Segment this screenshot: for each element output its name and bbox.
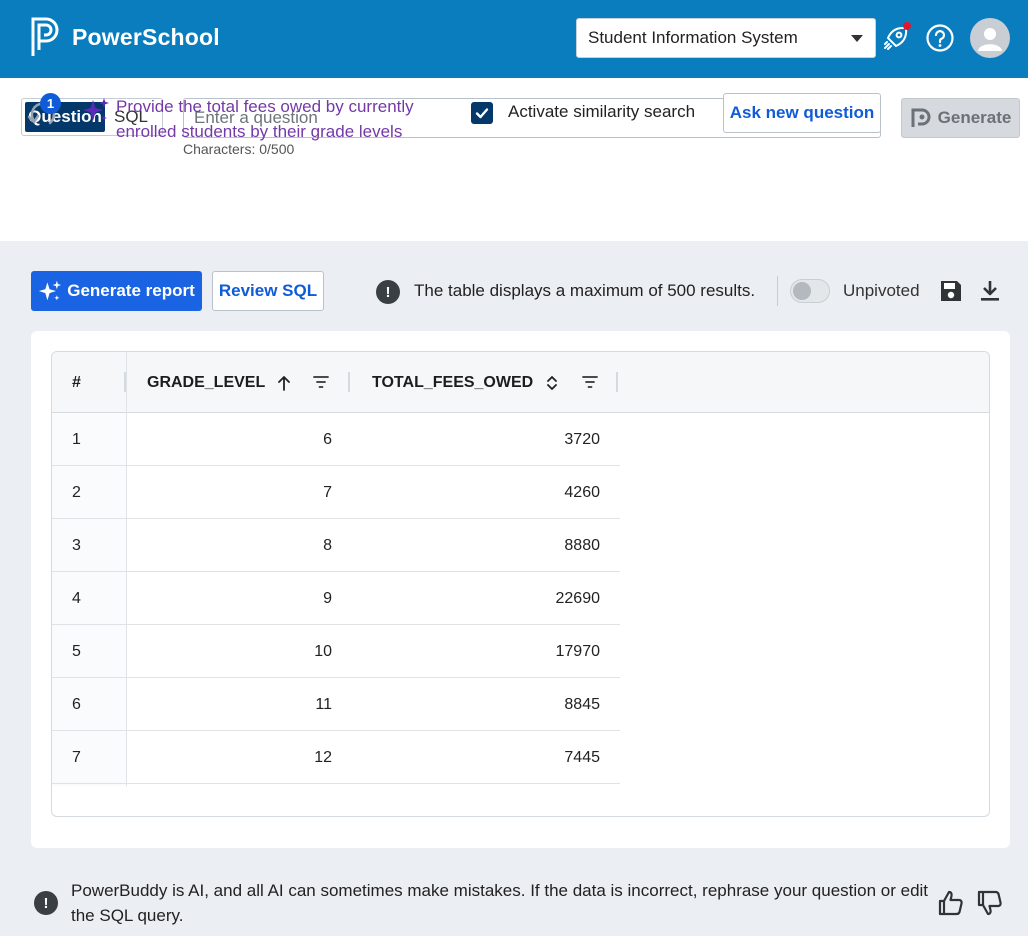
grade-level-cell: 6 [323, 430, 332, 448]
generate-label: Generate [937, 108, 1012, 127]
column-label: GRADE_LEVEL [147, 373, 266, 391]
app-selector-dropdown[interactable]: Student Information System [576, 18, 876, 58]
similarity-search-checkbox[interactable] [471, 102, 493, 124]
table-row[interactable]: 3 8 8880 [52, 519, 620, 572]
total-fees-cell: 22690 [555, 589, 601, 607]
ai-sparkle-icon [83, 98, 109, 121]
column-label: TOTAL_FEES_OWED [372, 373, 534, 391]
unpivoted-label: Unpivoted [843, 281, 920, 300]
column-header-total-fees-owed[interactable]: TOTAL_FEES_OWED [372, 352, 559, 413]
generate-report-label: Generate report [67, 281, 195, 300]
total-fees-cell: 17970 [555, 642, 601, 660]
ai-disclaimer: PowerBuddy is AI, and all AI can sometim… [71, 881, 929, 925]
column-resizer[interactable] [616, 372, 618, 392]
unpivoted-toggle[interactable] [790, 279, 830, 303]
row-index: 2 [72, 483, 81, 501]
app-header: PowerSchool Student Information System [0, 0, 1028, 78]
table-row[interactable]: 6 11 8845 [52, 678, 620, 731]
toolbar-divider [777, 276, 778, 306]
caret-down-icon [851, 34, 863, 42]
table-row[interactable]: 5 10 17970 [52, 625, 620, 678]
sort-ascending-icon[interactable] [277, 375, 291, 391]
notification-dot [903, 22, 911, 30]
column-header-index: # [72, 373, 81, 391]
grade-level-cell: 9 [323, 589, 332, 607]
whats-new-button[interactable] [878, 20, 914, 56]
table-row[interactable]: 4 9 22690 [52, 572, 620, 625]
info-icon: ! [34, 891, 58, 915]
query-panel: Question SQL Characters: 0/500 Generate … [0, 78, 1028, 241]
grade-level-cell: 11 [315, 695, 332, 713]
column-divider [126, 352, 127, 786]
table-header: # GRADE_LEVEL TOTAL_FEES_OWED [52, 352, 989, 413]
grade-level-cell: 10 [314, 642, 332, 660]
checkmark-icon [475, 108, 489, 119]
filter-icon[interactable] [582, 375, 598, 389]
row-index: 7 [72, 748, 81, 766]
table-row[interactable]: 7 12 7445 [52, 731, 620, 784]
save-icon[interactable] [939, 279, 963, 303]
ai-sparkle-icon [39, 280, 62, 301]
thumbs-up-icon[interactable] [937, 889, 965, 917]
filter-icon[interactable] [313, 375, 329, 389]
thumbs-down-icon[interactable] [976, 889, 1004, 917]
results-table: # GRADE_LEVEL TOTAL_FEES_OWED 1 6 3720 2… [51, 351, 990, 817]
total-fees-cell: 4260 [564, 483, 600, 501]
table-row[interactable]: 1 6 3720 [52, 413, 620, 466]
total-fees-cell: 7445 [564, 748, 600, 766]
row-index: 1 [72, 430, 81, 448]
column-resizer[interactable] [348, 372, 350, 392]
row-index: 6 [72, 695, 81, 713]
previous-question-link[interactable]: Provide the total fees owed by currently… [116, 94, 446, 144]
generate-button[interactable]: Generate [901, 98, 1020, 138]
history-count-badge: 1 [40, 93, 61, 114]
brand-name: PowerSchool [72, 23, 220, 50]
help-button[interactable] [922, 20, 958, 56]
row-index: 4 [72, 589, 81, 607]
info-icon: ! [376, 280, 400, 304]
results-card: # GRADE_LEVEL TOTAL_FEES_OWED 1 6 3720 2… [31, 331, 1010, 848]
grade-level-cell: 12 [314, 748, 332, 766]
grade-level-cell: 8 [323, 536, 332, 554]
column-header-grade-level[interactable]: GRADE_LEVEL [147, 352, 291, 413]
total-fees-cell: 8880 [564, 536, 600, 554]
generate-report-button[interactable]: Generate report [31, 271, 202, 311]
toggle-knob [793, 282, 811, 300]
generate-icon [911, 108, 931, 127]
table-row[interactable]: 2 7 4260 [52, 466, 620, 519]
total-fees-cell: 3720 [564, 430, 600, 448]
ask-new-question-button[interactable]: Ask new question [723, 93, 881, 133]
max-results-message: The table displays a maximum of 500 resu… [414, 281, 756, 300]
app-selector-value: Student Information System [588, 28, 798, 47]
user-avatar[interactable] [970, 18, 1010, 58]
sort-toggle-icon[interactable] [545, 374, 559, 392]
similarity-search-label: Activate similarity search [508, 102, 696, 121]
powerschool-logo-icon [31, 17, 59, 56]
user-icon [978, 28, 1002, 51]
help-icon [926, 24, 954, 52]
grade-level-cell: 7 [323, 483, 332, 501]
row-index: 5 [72, 642, 81, 660]
row-index: 3 [72, 536, 81, 554]
review-sql-button[interactable]: Review SQL [212, 271, 324, 311]
total-fees-cell: 8845 [564, 695, 600, 713]
download-icon[interactable] [978, 279, 1002, 303]
powerschool-logo[interactable]: PowerSchool [30, 16, 220, 58]
